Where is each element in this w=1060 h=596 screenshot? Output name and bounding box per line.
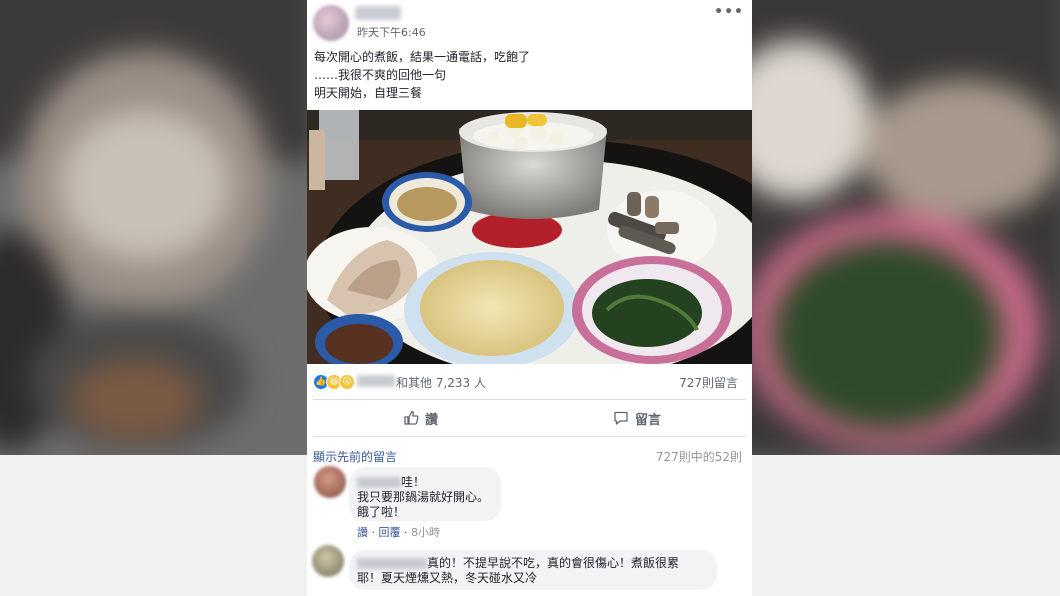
post-timestamp[interactable]: 昨天下午6:46: [357, 24, 426, 40]
post-card: 昨天下午6:46 ••• 每次開心的煮飯，結果一通電話，吃飽了 ……我很不爽的回…: [307, 0, 752, 596]
commenter-name-redacted[interactable]: [357, 558, 427, 569]
comment-reply-link[interactable]: 回覆: [379, 526, 401, 539]
post-text-line: 明天開始，自理三餐: [314, 86, 423, 100]
post-header: 昨天下午6:46 ••• 每次開心的煮飯，結果一通電話，吃飽了 ……我很不爽的回…: [307, 0, 752, 110]
post-actions: 讚 留言: [307, 401, 752, 435]
commenter-avatar[interactable]: [312, 545, 344, 577]
comment-bubble: 真的！不提早說不吃，真的會很傷心！煮飯很累 耶！夏天煙燻又熱，冬天碰水又冷: [349, 550, 717, 590]
comment-line: 真的！不提早說不吃，真的會很傷心！煮飯很累: [427, 556, 680, 570]
post-text: 每次開心的煮飯，結果一通電話，吃飽了 ……我很不爽的回他一句 明天開始，自理三餐: [314, 48, 530, 102]
post-photo[interactable]: [307, 110, 752, 364]
author-name-redacted[interactable]: [355, 6, 401, 20]
comment-line: 哇！: [401, 475, 426, 489]
comments-section: 顯示先前的留言 727則中的52則 哇！ 我只要那鍋湯就好開心。 餓了啦！ 讚 …: [307, 437, 752, 596]
comment-line: 餓了啦！: [357, 505, 406, 519]
reactions-summary[interactable]: 👍 😆 😮 和其他 7,233 人 727則留言: [307, 368, 752, 394]
comment-meta: 讚 · 回覆 · 8小時: [357, 526, 440, 539]
comment-like-link[interactable]: 讚: [357, 526, 368, 539]
reaction-icons[interactable]: 👍 😆 😮: [313, 374, 357, 390]
thumbs-up-icon: [404, 410, 419, 425]
commenter-avatar[interactable]: [314, 466, 346, 498]
comment-time[interactable]: 8小時: [411, 526, 440, 539]
post-text-line: 每次開心的煮飯，結果一通電話，吃飽了: [314, 50, 531, 64]
comment-bubble: 哇！ 我只要那鍋湯就好開心。 餓了啦！: [349, 467, 501, 521]
comment-text: 哇！ 我只要那鍋湯就好開心。 餓了啦！: [357, 475, 489, 520]
reactor-names-redacted: [357, 375, 395, 387]
comment-text: 真的！不提早說不吃，真的會很傷心！煮飯很累 耶！夏天煙燻又熱，冬天碰水又冷: [357, 556, 679, 586]
comment-count[interactable]: 727則留言: [679, 374, 738, 391]
divider: [313, 399, 746, 400]
comment-line: 我只要那鍋湯就好開心。: [357, 490, 490, 504]
blurred-footer-right: [752, 455, 1060, 596]
comment-pager: 727則中的52則: [655, 450, 742, 464]
more-options-icon[interactable]: •••: [714, 4, 744, 20]
show-previous-comments-link[interactable]: 顯示先前的留言: [313, 448, 397, 465]
post-text-line: ……我很不爽的回他一句: [314, 68, 447, 82]
comment-button[interactable]: 留言: [613, 401, 661, 435]
comment-bubble-icon: [614, 411, 628, 425]
comment-label: 留言: [635, 412, 662, 428]
reaction-count[interactable]: 和其他 7,233 人: [396, 374, 486, 391]
wow-icon: 😮: [339, 374, 355, 390]
meal-photo-image: [307, 110, 752, 364]
commenter-name-redacted[interactable]: [357, 477, 401, 488]
like-label: 讚: [425, 412, 439, 428]
like-button[interactable]: 讚: [403, 401, 438, 435]
comment-line: 耶！夏天煙燻又熱，冬天碰水又冷: [357, 571, 538, 585]
blurred-footer-left: [0, 455, 307, 596]
author-avatar[interactable]: [313, 5, 349, 41]
